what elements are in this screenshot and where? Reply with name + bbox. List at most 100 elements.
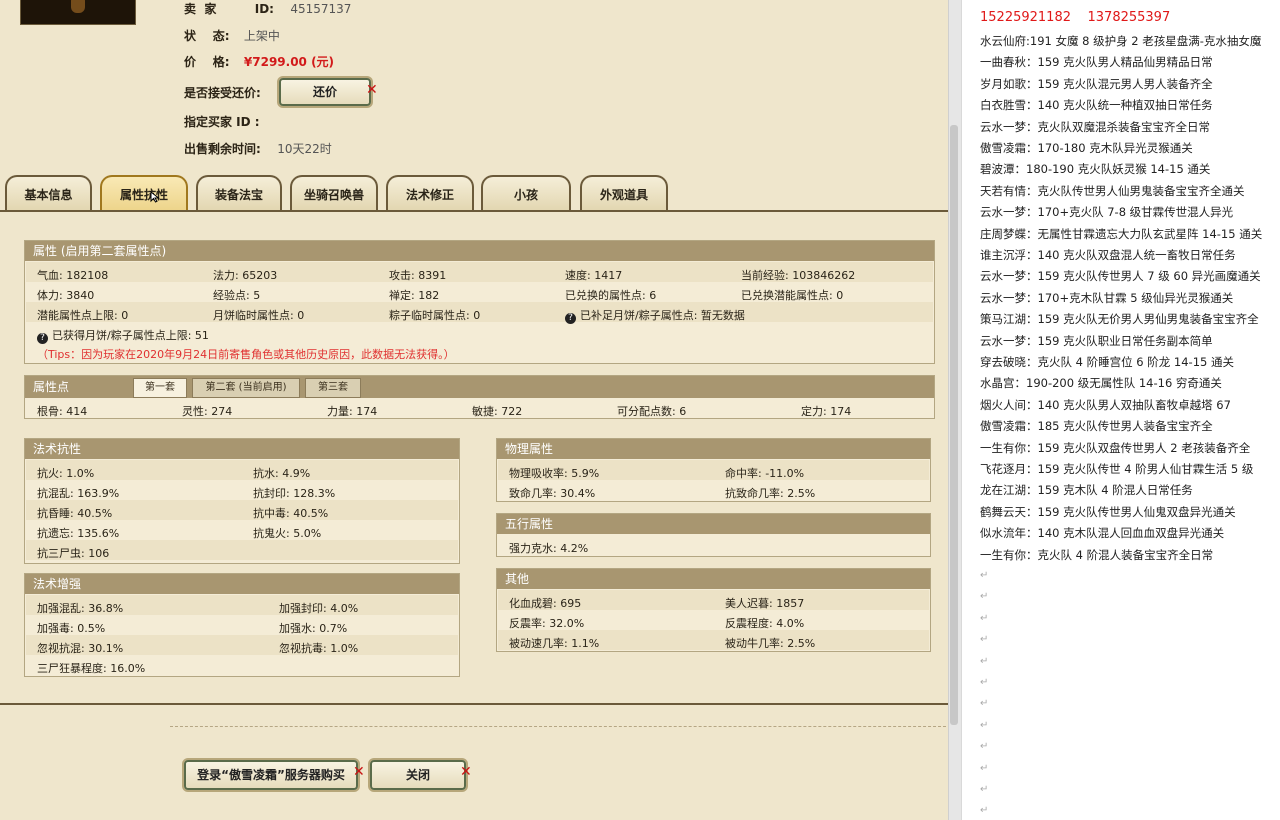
counteroffer-label: 是否接受还价: — [184, 86, 261, 100]
note-line: 云水一梦：克火队双魔混杀装备宝宝齐全日常 — [980, 119, 1210, 134]
other-panel: 其他 化血成碧: 695 美人迟暮: 1857 反震率: 32.0% 反震程度:… — [496, 568, 931, 652]
tab-basic-info[interactable]: 基本信息 — [5, 175, 92, 211]
attributes-title: 属性 (启用第二套属性点) — [25, 241, 934, 261]
time-label: 出售剩余时间: — [184, 142, 261, 156]
listing-panel: 卖 家 ID: 45157137 状 态: 上架中 价 格: ¥7299.00 … — [0, 0, 948, 820]
tab-attributes[interactable]: 属性抗性 — [100, 175, 188, 211]
note-line: 云水一梦：170+克火队 7-8 级甘霖传世混人异光 — [980, 205, 1234, 220]
scrollbar-thumb[interactable] — [950, 125, 958, 725]
id-value: 45157137 — [290, 2, 352, 16]
attr-meditation: 禅定: 182 — [389, 289, 440, 302]
close-icon: ✕ — [460, 764, 472, 780]
boost-water: 加强水: 0.7% — [279, 622, 348, 635]
element-water: 强力克水: 4.2% — [509, 542, 589, 555]
physical-title: 物理属性 — [497, 439, 930, 459]
attr-mp: 法力: 65203 — [213, 269, 278, 282]
spell-boost-title: 法术增强 — [25, 574, 459, 594]
tab-mounts-pets[interactable]: 坐骑召唤兽 — [290, 175, 378, 211]
time-value: 10天22时 — [277, 142, 332, 156]
note-line: 岁月如歌：159 克火队混元男人男人装备齐全 — [980, 76, 1213, 91]
attr-potential-max: 潜能属性点上限: 0 — [37, 309, 129, 322]
note-line: 傲雪凌霜：185 克火队传世男人装备宝宝齐全 — [980, 419, 1213, 434]
ignore-poison-resist: 忽视抗毒: 1.0% — [279, 642, 359, 655]
tab-appearance[interactable]: 外观道具 — [580, 175, 668, 211]
ignore-chaos-resist: 忽视抗混: 30.1% — [37, 642, 124, 655]
spell-boost-panel: 法术增强 加强混乱: 36.8% 加强封印: 4.0% 加强毒: 0.5% 加强… — [24, 573, 460, 677]
point-available: 可分配点数: 6 — [617, 405, 687, 418]
boost-chaos: 加强混乱: 36.8% — [37, 602, 124, 615]
note-line: 云水一梦：170+克木队甘霖 5 级仙异光灵猴通关 — [980, 290, 1234, 305]
id-label: ID: — [254, 2, 274, 16]
other-counter-rate: 反震率: 32.0% — [509, 617, 585, 630]
spell-resist-title: 法术抗性 — [25, 439, 459, 459]
attr-exp: 当前经验: 103846262 — [741, 269, 856, 282]
paragraph-mark-icon: ↵ — [980, 677, 989, 688]
price-label: 价 格: — [184, 55, 230, 69]
help-icon[interactable]: ? — [37, 333, 48, 344]
attr-speed: 速度: 1417 — [565, 269, 623, 282]
note-line: 水云仙府:191 女魔 8 级护身 2 老孩星盘满-克水抽女魔 — [980, 34, 1262, 48]
paragraph-mark-icon: ↵ — [980, 741, 989, 753]
paragraph-mark-icon: ↵ — [980, 762, 989, 774]
other-blood: 化血成碧: 695 — [509, 597, 582, 610]
paragraph-mark-icon: ↵ — [980, 591, 989, 603]
note-line: 鹤舞云天：159 克火队传世男人仙鬼双盘异光通关 — [980, 504, 1236, 519]
note-line: 傲雪凌霜：170-180 克木队异光灵猴通关 — [980, 141, 1193, 155]
paragraph-mark-icon: ↵ — [980, 784, 989, 795]
point-constitution: 根骨: 414 — [37, 405, 88, 418]
other-passive-cow: 被动牛几率: 2.5% — [725, 637, 816, 650]
attr-mooncake-cap: ? 已获得月饼/粽子属性点上限: 51 — [37, 327, 209, 344]
physical-panel: 物理属性 物理吸收率: 5.9% 命中率: -11.0% 致命几率: 30.4%… — [496, 438, 931, 502]
phys-hit: 命中率: -11.0% — [725, 467, 805, 480]
subtab-set-3[interactable]: 第三套 — [305, 378, 361, 398]
resist-poison: 抗中毒: 40.5% — [253, 507, 329, 520]
paragraph-mark-icon: ↵ — [980, 655, 989, 667]
subtab-set-2[interactable]: 第二套 (当前启用) — [192, 378, 300, 398]
five-elements-title: 五行属性 — [497, 514, 930, 534]
tab-children[interactable]: 小孩 — [481, 175, 571, 211]
corpse-frenzy: 三尸狂暴程度: 16.0% — [37, 662, 146, 675]
attr-mooncake-cap-text: 已获得月饼/粽子属性点上限: 51 — [52, 329, 209, 342]
tab-spell-mods[interactable]: 法术修正 — [386, 175, 474, 211]
close-icon: ✕ — [353, 764, 365, 780]
subtab-set-1[interactable]: 第一套 — [133, 378, 187, 398]
seller-label: 卖 家 — [184, 2, 217, 16]
note-line: 天若有情：克火队传世男人仙男鬼装备宝宝齐全通关 — [980, 183, 1245, 198]
paragraph-mark-icon: ↵ — [980, 570, 989, 581]
phys-anti-crit: 抗致命几率: 2.5% — [725, 487, 816, 500]
tab-equipment[interactable]: 装备法宝 — [196, 175, 282, 211]
attributes-panel: 属性 (启用第二套属性点) 气血: 182108 法力: 65203 攻击: 8… — [24, 240, 935, 364]
other-beauty: 美人迟暮: 1857 — [725, 597, 805, 610]
login-buy-button[interactable]: 登录“傲雪凌霜”服务器购买 — [184, 760, 358, 790]
paragraph-mark-icon: ↵ — [980, 634, 989, 646]
note-line: 云水一梦：159 克火队传世男人 7 级 60 异光画魔通关 — [980, 269, 1261, 284]
note-line: 一曲春秋：159 克火队男人精品仙男精品日常 — [980, 55, 1213, 70]
resist-water: 抗水: 4.9% — [253, 467, 311, 480]
resist-ghostfire: 抗鬼火: 5.0% — [253, 527, 322, 540]
note-line: 谁主沉浮：140 克火队双盘混人统一畜牧日常任务 — [980, 248, 1236, 262]
counteroffer-row: 是否接受还价: — [184, 84, 261, 101]
phys-crit: 致命几率: 30.4% — [509, 487, 596, 500]
other-passive-speed: 被动速几率: 1.1% — [509, 637, 600, 650]
attr-hp: 气血: 182108 — [37, 269, 109, 282]
paragraph-mark-icon: ↵ — [980, 612, 989, 624]
attr-zongzi-temp: 粽子临时属性点: 0 — [389, 309, 481, 322]
close-icon: ✕ — [366, 82, 378, 98]
mouse-cursor-icon — [150, 190, 160, 203]
five-elements-panel: 五行属性 强力克水: 4.2% — [496, 513, 931, 557]
paragraph-mark-icon: ↵ — [980, 719, 989, 731]
other-title: 其他 — [497, 569, 930, 589]
phone-numbers: 15225921182 1378255397 — [980, 10, 1171, 25]
note-line: 穿去破晓：克火队 4 阶睡宫位 6 阶龙 14-15 通关 — [980, 355, 1234, 369]
footer-divider — [0, 703, 948, 705]
note-line: 云水一梦：159 克火队职业日常任务副本简单 — [980, 333, 1213, 348]
status-label: 状 态: — [184, 29, 230, 43]
paragraph-mark-icon: ↵ — [980, 805, 989, 817]
resist-forget: 抗遗忘: 135.6% — [37, 527, 120, 540]
close-button[interactable]: 关闭 — [370, 760, 466, 790]
note-line: 飞花逐月：159 克火队传世 4 阶男人仙甘霖生活 5 级 — [980, 462, 1254, 476]
other-counter-degree: 反震程度: 4.0% — [725, 617, 805, 630]
help-icon[interactable]: ? — [565, 313, 576, 324]
counteroffer-button[interactable]: 还价 — [279, 78, 371, 106]
price-value: ¥7299.00 (元) — [243, 55, 335, 69]
